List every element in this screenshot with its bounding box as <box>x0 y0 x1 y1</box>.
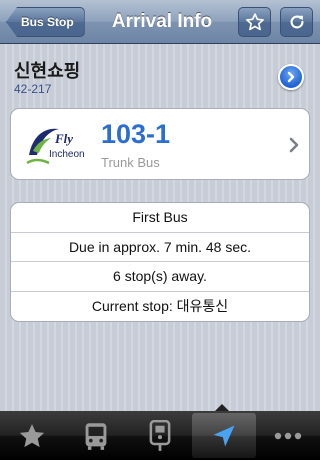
star-icon <box>19 423 45 447</box>
back-button[interactable]: Bus Stop <box>6 7 85 37</box>
favorite-button[interactable] <box>238 7 271 37</box>
bus-stop-icon <box>149 419 171 451</box>
arrival-row-stops-away: 6 stop(s) away. <box>11 262 309 292</box>
chevron-right-icon <box>287 71 295 83</box>
route-number: 103-1 <box>101 119 171 149</box>
location-arrow-icon <box>213 425 235 446</box>
bus-icon <box>85 422 107 450</box>
tab-bar <box>0 411 320 460</box>
star-icon <box>245 13 264 31</box>
tab-favorites[interactable] <box>0 411 64 460</box>
stop-name: 신현쇼핑 <box>14 61 81 81</box>
refresh-button[interactable] <box>280 7 313 37</box>
tab-bus-stop[interactable] <box>128 411 192 460</box>
navigation-bar: Bus Stop Arrival Info <box>0 0 320 44</box>
tab-bus[interactable] <box>64 411 128 460</box>
route-type: Trunk Bus <box>101 155 160 170</box>
arrival-info-table: First Bus Due in approx. 7 min. 48 sec. … <box>10 202 310 322</box>
route-card[interactable]: Fly Incheon 103-1 Trunk Bus <box>10 108 310 180</box>
svg-text:Incheon: Incheon <box>49 149 85 160</box>
tab-nearby[interactable] <box>192 413 256 458</box>
arrival-row-eta: Due in approx. 7 min. 48 sec. <box>11 233 309 262</box>
fly-incheon-logo: Fly Incheon <box>23 121 103 169</box>
stop-code: 42-217 <box>14 82 52 96</box>
svg-text:Fly: Fly <box>54 131 73 146</box>
refresh-icon <box>290 15 303 29</box>
page-title: Arrival Info <box>111 11 213 32</box>
tab-more[interactable] <box>256 411 320 460</box>
stop-detail-button[interactable] <box>278 64 304 90</box>
arrival-row-bus: First Bus <box>11 203 309 233</box>
tab-selection-notch <box>215 404 229 411</box>
more-icon <box>274 432 302 439</box>
arrival-row-current-stop: Current stop: 대유통신 <box>91 297 229 314</box>
chevron-right-icon <box>289 137 299 153</box>
